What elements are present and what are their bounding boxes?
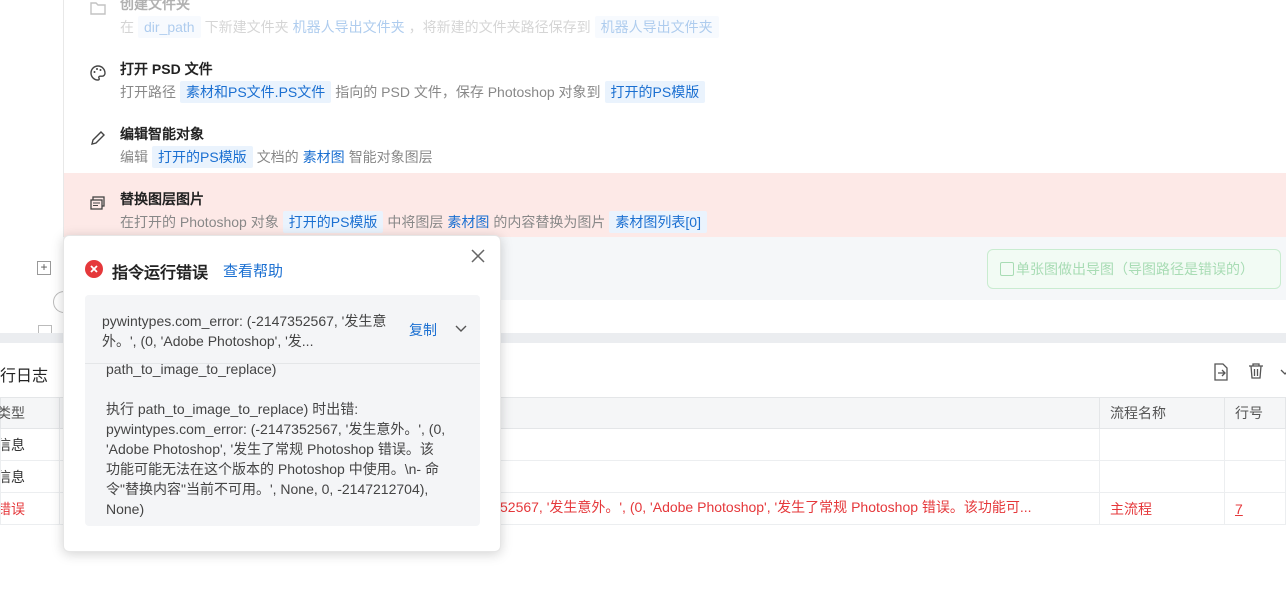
chevron-down-icon[interactable] [454, 321, 468, 335]
log-line-link[interactable]: 7 [1224, 492, 1286, 525]
log-title: 运行日志 [0, 368, 49, 385]
variable-tag[interactable]: dir_path [138, 16, 201, 38]
step-title: 替换图层图片 [120, 191, 204, 207]
export-image-step[interactable]: 单张图做出导图（导图路径是错误的） [987, 249, 1281, 289]
image-replace-icon [88, 193, 108, 213]
desc-text: 中将图层 [387, 214, 444, 230]
desc-text: 指向的 PSD 文件，保存 Photoshop 对象到 [335, 84, 601, 100]
desc-text: 打开路径 [120, 84, 176, 100]
copy-button[interactable]: 复制 [409, 320, 437, 340]
value-text: 机器人导出文件夹 [292, 19, 405, 35]
step-title: 打开 PSD 文件 [120, 61, 213, 77]
popup-title: 指令运行错误 [112, 265, 209, 282]
variable-tag[interactable]: 打开的PS模版 [604, 81, 706, 103]
error-icon [85, 260, 103, 278]
error-summary-header[interactable]: pywintypes.com_error: (-2147352567, '发生意… [85, 295, 480, 364]
step-create-folder[interactable]: 创建文件夹 在 dir_path 下新建文件夹 机器人导出文件夹 ，将新建的文件夹路径保… [64, 0, 1286, 43]
edit-icon [1000, 262, 1014, 276]
step-open-psd[interactable]: 打开 PSD 文件 打开路径 素材和PS文件.PS文件 指向的 PSD 文件，保存 … [64, 43, 1286, 108]
value-text: 素材图 [302, 149, 345, 165]
error-summary: pywintypes.com_error: (-2147352567, '发生意… [102, 313, 387, 349]
col-flow: 流程名称 [1099, 397, 1225, 429]
step-title: 创建文件夹 [120, 0, 190, 12]
clear-log-icon[interactable] [1247, 361, 1265, 384]
log-flow [1099, 428, 1225, 461]
step-desc: 打开路径 素材和PS文件.PS文件 指向的 PSD 文件，保存 Photoshop … [120, 81, 709, 103]
desc-text: ，将新建的文件夹路径保存到 [408, 19, 591, 35]
desc-text: 下新建文件夹 [204, 19, 289, 35]
step-desc: 在 dir_path 下新建文件夹 机器人导出文件夹 ，将新建的文件夹路径保存到 机器人导… [120, 16, 723, 38]
export-log-icon[interactable] [1212, 362, 1230, 385]
col-type: 类型 [0, 397, 60, 429]
log-type: 错误 [0, 492, 60, 525]
step-edit-smart-object[interactable]: 编辑智能对象 编辑 打开的PS模版 文档的 素材图 智能对象图层 [64, 108, 1286, 173]
chevron-down-icon[interactable] [1280, 364, 1286, 380]
log-line [1224, 460, 1286, 493]
help-link[interactable]: 查看帮助 [223, 260, 283, 281]
error-popup: 指令运行错误 查看帮助 pywintypes.com_error: (-2147… [63, 235, 501, 552]
log-flow: 主流程 [1099, 492, 1225, 525]
desc-text: 文档的 [256, 149, 299, 165]
checkbox[interactable] [38, 325, 52, 333]
desc-text: 编辑 [120, 149, 148, 165]
log-type: 信息 [0, 428, 60, 461]
variable-tag[interactable]: 打开的PS模版 [152, 146, 253, 168]
error-detail-text: path_to_image_to_replace) 执行 path_to_ima… [106, 361, 446, 517]
log-line [1224, 428, 1286, 461]
step-replace-layer-image[interactable]: 替换图层图片 在打开的 Photoshop 对象 打开的PS模版 中将图层 素材图 的内… [64, 173, 1286, 238]
variable-tag[interactable]: 机器人导出文件夹 [594, 16, 719, 38]
col-line: 行号 [1224, 397, 1286, 429]
variable-tag[interactable]: 打开的PS模版 [282, 211, 384, 233]
error-detail-box: pywintypes.com_error: (-2147352567, '发生意… [85, 295, 480, 526]
desc-text: 的内容替换为图片 [493, 214, 606, 230]
value-text: 素材图 [447, 214, 490, 230]
variable-tag[interactable]: 素材和PS文件.PS文件 [180, 81, 332, 103]
folder-add-icon [88, 0, 108, 18]
step-title: 编辑智能对象 [120, 126, 204, 142]
pencil-icon [88, 128, 108, 148]
log-flow [1099, 460, 1225, 493]
desc-text: 在 [120, 19, 134, 35]
variable-tag[interactable]: 素材图列表[0] [609, 211, 707, 233]
log-actions [1196, 360, 1286, 382]
desc-text: 在打开的 Photoshop 对象 [120, 214, 279, 230]
step-desc: 编辑 打开的PS模版 文档的 素材图 智能对象图层 [120, 146, 433, 168]
palette-icon [88, 63, 108, 83]
log-type: 信息 [0, 460, 60, 493]
export-image-label: 单张图做出导图（导图路径是错误的） [1016, 261, 1254, 277]
desc-text: 智能对象图层 [348, 149, 433, 165]
close-icon[interactable] [470, 248, 486, 264]
step-desc: 在打开的 Photoshop 对象 打开的PS模版 中将图层 素材图 的内容替换为图片素… [120, 211, 711, 233]
expand-toggle[interactable]: + [37, 261, 51, 275]
